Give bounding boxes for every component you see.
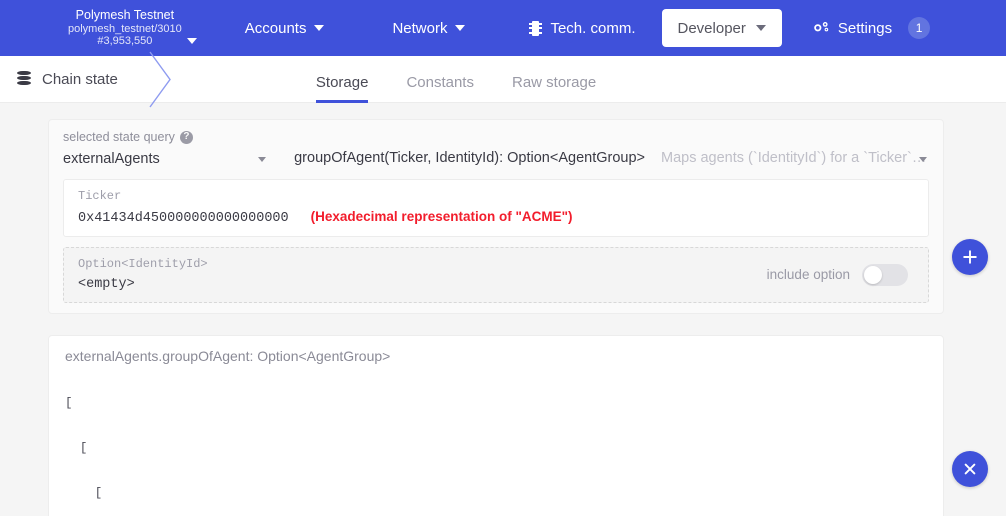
result-line: [	[65, 441, 88, 455]
result-body: [ [ [ 0x41434d450000000000000000, 0x4c37…	[65, 366, 927, 516]
param-ticker-value: 0x41434d450000000000000000	[78, 211, 289, 226]
breadcrumb-label: Chain state	[42, 70, 118, 88]
secondary-navigation-bar: Chain state Storage Constants Raw storag…	[0, 51, 1006, 108]
result-line: [	[65, 486, 103, 500]
tab-constants-label: Constants	[406, 73, 474, 91]
nav-tech-comm[interactable]: Tech. comm.	[523, 20, 641, 37]
nav-accounts-label: Accounts	[244, 19, 307, 37]
chip-icon	[529, 20, 543, 37]
nav-network-label: Network	[392, 19, 448, 37]
tab-storage[interactable]: Storage	[315, 73, 369, 103]
chain-selector[interactable]: Polymesh Testnet polymesh_testnet/3010 #…	[68, 8, 197, 48]
annotation-ticker: (Hexadecimal representation of "ACME")	[310, 209, 573, 224]
nav-settings-label: Settings	[837, 19, 893, 37]
main-content: selected state query ? externalAgents gr…	[0, 103, 1006, 516]
chevron-down-icon	[919, 157, 927, 162]
remove-result-button[interactable]	[952, 451, 988, 487]
query-method-select[interactable]: groupOfAgent(Ticker, IdentityId): Option…	[294, 130, 929, 167]
chevron-down-icon	[186, 37, 197, 44]
state-query-row: selected state query ? externalAgents gr…	[49, 120, 943, 179]
plus-icon	[963, 250, 977, 264]
state-query-card: selected state query ? externalAgents gr…	[48, 119, 944, 314]
help-icon[interactable]: ?	[179, 130, 193, 144]
nav-network[interactable]: Network	[386, 20, 471, 37]
chain-spec: polymesh_testnet/3010	[68, 22, 182, 35]
result-line: [	[65, 396, 73, 410]
nav-accounts[interactable]: Accounts	[239, 20, 331, 37]
query-label: selected state query ?	[63, 130, 280, 144]
param-ticker[interactable]: Ticker 0x41434d450000000000000000 (Hexad…	[63, 179, 929, 237]
chevron-down-icon	[455, 25, 466, 31]
breadcrumb: Chain state	[17, 71, 118, 88]
gear-icon	[810, 20, 830, 36]
chevron-down-icon	[258, 157, 267, 162]
result-title: externalAgents.groupOfAgent: Option<Agen…	[65, 348, 391, 364]
nav-developer[interactable]: Developer	[661, 9, 782, 47]
close-icon	[964, 463, 976, 475]
include-option-label: include option	[766, 267, 850, 282]
query-module-value: externalAgents	[63, 151, 160, 167]
tab-raw-storage-label: Raw storage	[511, 73, 597, 91]
chain-name: Polymesh Testnet	[75, 8, 175, 23]
nav-developer-label: Developer	[677, 19, 746, 37]
chain-block-number: #3,953,550	[97, 35, 153, 48]
tab-constants[interactable]: Constants	[406, 75, 474, 103]
tab-raw-storage[interactable]: Raw storage	[512, 75, 596, 103]
breadcrumb-chevron-icon	[149, 51, 171, 108]
param-option-label: Option<IdentityId>	[78, 257, 208, 271]
add-query-button[interactable]	[952, 239, 988, 275]
param-ticker-label: Ticker	[78, 189, 122, 203]
query-method-value: groupOfAgent(Ticker, IdentityId): Option…	[294, 150, 645, 166]
nav-tech-comm-label: Tech. comm.	[550, 19, 636, 37]
tab-bar: Storage Constants Raw storage	[315, 56, 634, 103]
chevron-down-icon	[314, 25, 325, 31]
query-label-text: selected state query	[63, 130, 175, 144]
query-result-card: externalAgents.groupOfAgent: Option<Agen…	[48, 335, 944, 516]
tab-storage-label: Storage	[315, 73, 369, 91]
param-option-value: <empty>	[78, 277, 135, 292]
query-module-select[interactable]: selected state query ? externalAgents	[63, 130, 280, 167]
param-option-identityid[interactable]: Option<IdentityId> <empty> include optio…	[63, 247, 929, 303]
top-navigation-bar: Polymesh Testnet polymesh_testnet/3010 #…	[0, 0, 1006, 56]
query-method-description: Maps agents (`IdentityId`) for a `Ticker…	[661, 150, 929, 166]
include-option-toggle[interactable]	[862, 263, 908, 286]
settings-badge: 1	[908, 17, 931, 39]
database-icon	[17, 71, 31, 87]
chevron-down-icon	[755, 25, 766, 31]
nav-settings[interactable]: Settings 1	[804, 17, 936, 39]
